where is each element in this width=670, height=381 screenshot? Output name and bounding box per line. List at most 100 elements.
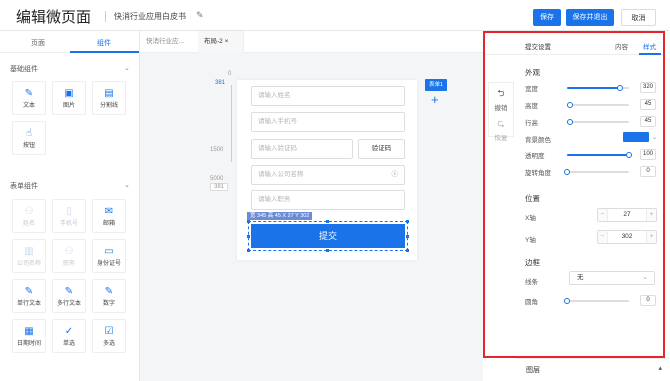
resize-handle[interactable] [406,220,409,223]
tab-page[interactable]: 页面 [31,38,45,48]
rotate-value[interactable]: 0 [640,166,656,177]
resize-handle[interactable] [247,235,250,238]
phone-input[interactable]: 请输入手机号 [251,112,405,132]
row-slider[interactable] [567,104,629,106]
radius-value[interactable]: 0 [640,295,656,306]
opacity-value[interactable]: 100 [640,149,656,160]
left-tabs: 页面 组件 [0,31,139,53]
minus-icon[interactable]: − [598,231,608,243]
tile-form-10[interactable]: ✓ 单选 [52,319,86,353]
text-icon: ✎ [24,88,34,99]
form-component-icon: ✉ [104,206,114,217]
redo-icon[interactable]: ⮎ [489,116,513,132]
form-component-icon: ⚇ [64,246,74,257]
plus-icon[interactable]: + [646,209,656,221]
row-value[interactable]: 45 [640,99,656,110]
opacity-knob[interactable] [626,152,632,158]
tile-image[interactable]: ▣ 图片 [52,81,86,115]
chevron-down-icon[interactable]: ⌄ [124,64,130,72]
radius-label: 圆角 [525,299,538,306]
form-component-icon: ☑ [104,326,114,337]
rotate-slider[interactable] [567,171,629,173]
form-badge[interactable]: 表单1 [425,79,447,91]
tile-form-6[interactable]: ✎ 单行文本 [12,279,46,313]
row-slider-knob[interactable] [617,85,623,91]
chevron-down-icon[interactable]: ⌄ [124,181,130,189]
form-component-icon: ▦ [24,326,34,337]
line-label: 线条 [525,279,538,286]
y-label: Y轴 [525,237,536,244]
bg-color-label: 背景颜色 [525,137,551,144]
tab-underline [639,53,661,55]
x-stepper[interactable]: −27 + [597,208,657,222]
tile-form-9[interactable]: ▦ 日期时间 [12,319,46,353]
top-header: 编辑微页面 快消行业应用白皮书 ✎ 保存 保存并退出 取消 [0,0,670,31]
radius-knob[interactable] [564,298,570,304]
name-input[interactable]: 请输入姓名 [251,86,405,106]
border-title: 边框 [525,258,540,267]
tile-form-5[interactable]: ▭ 身份证号 [92,239,126,273]
tab-content[interactable]: 内容 [615,41,628,51]
tile-form-3[interactable]: ▥ 公司名称 [12,239,46,273]
chevron-down-icon[interactable]: ⌄ [652,133,657,141]
tab-underline [70,51,139,53]
tile-form-8[interactable]: ✎ 数字 [92,279,126,313]
row-value[interactable]: 320 [640,82,656,93]
doc-tab-2[interactable]: 布局-2 × [198,31,244,53]
tab-style[interactable]: 样式 [643,41,656,51]
resize-handle[interactable] [326,220,329,223]
row-label: 宽度 [525,86,538,93]
save-button[interactable]: 保存 [533,9,561,26]
submit-button[interactable]: 提交 [248,221,408,251]
add-icon[interactable]: + [431,92,439,107]
resize-handle[interactable] [406,249,409,252]
undo-label[interactable]: 撤销 [489,102,513,112]
redo-label[interactable]: 恢复 [489,132,513,142]
rotate-knob[interactable] [564,169,570,175]
plus-icon[interactable]: + [646,231,656,243]
undo-icon[interactable]: ⮌ [489,86,513,102]
resize-handle[interactable] [247,220,250,223]
edit-pencil-icon[interactable]: ✎ [196,10,204,21]
position-input[interactable]: 请输入职务 [251,190,405,210]
tile-divider[interactable]: ▤ 分割线 [92,81,126,115]
row-slider-fill [567,87,620,89]
resize-handle[interactable] [326,249,329,252]
ruler-381-box: 381 [210,183,229,191]
bg-color-swatch[interactable] [623,132,649,142]
doc-tab-1[interactable]: 快消行业应... [140,31,198,53]
cancel-button[interactable]: 取消 [621,9,656,26]
tile-form-11[interactable]: ☑ 多选 [92,319,126,353]
ruler-line [231,85,232,162]
y-stepper[interactable]: −302 + [597,230,657,244]
form-component-icon: ▥ [24,246,34,257]
tile-button[interactable]: ☝ 按钮 [12,121,46,155]
layers-label: 图层 [526,367,540,374]
hand-icon: ☝ [25,128,33,139]
tile-form-2[interactable]: ✉ 邮箱 [92,199,126,233]
line-select[interactable]: 无 ⌄ [569,271,655,285]
company-input[interactable]: 请输入公司名称 ⓢ [251,165,405,185]
code-input[interactable]: 请输入验证码 [251,139,353,159]
row-slider-knob[interactable] [567,102,573,108]
resize-handle[interactable] [247,249,250,252]
tile-text[interactable]: ✎ 文本 [12,81,46,115]
tile-form-7[interactable]: ✎ 多行文本 [52,279,86,313]
row-slider[interactable] [567,121,629,123]
tile-form-0[interactable]: ⚇ 姓名 [12,199,46,233]
form-component-icon: ▭ [104,246,114,257]
tab-components[interactable]: 组件 [97,38,111,48]
row-value[interactable]: 45 [640,116,656,127]
layers-bar[interactable]: 图层 ▴ [516,358,670,381]
tile-form-4[interactable]: ⚇ 职务 [52,239,86,273]
chevron-up-icon[interactable]: ▴ [658,364,662,372]
radius-slider[interactable] [567,300,629,302]
row-slider-knob[interactable] [567,119,573,125]
row-label: 行高 [525,120,538,127]
code-button[interactable]: 验证码 [358,139,405,159]
save-exit-button[interactable]: 保存并退出 [566,9,614,26]
appearance-title: 外观 [525,68,540,77]
minus-icon[interactable]: − [598,209,608,221]
resize-handle[interactable] [406,235,409,238]
tile-form-1[interactable]: ▯ 手机号 [52,199,86,233]
